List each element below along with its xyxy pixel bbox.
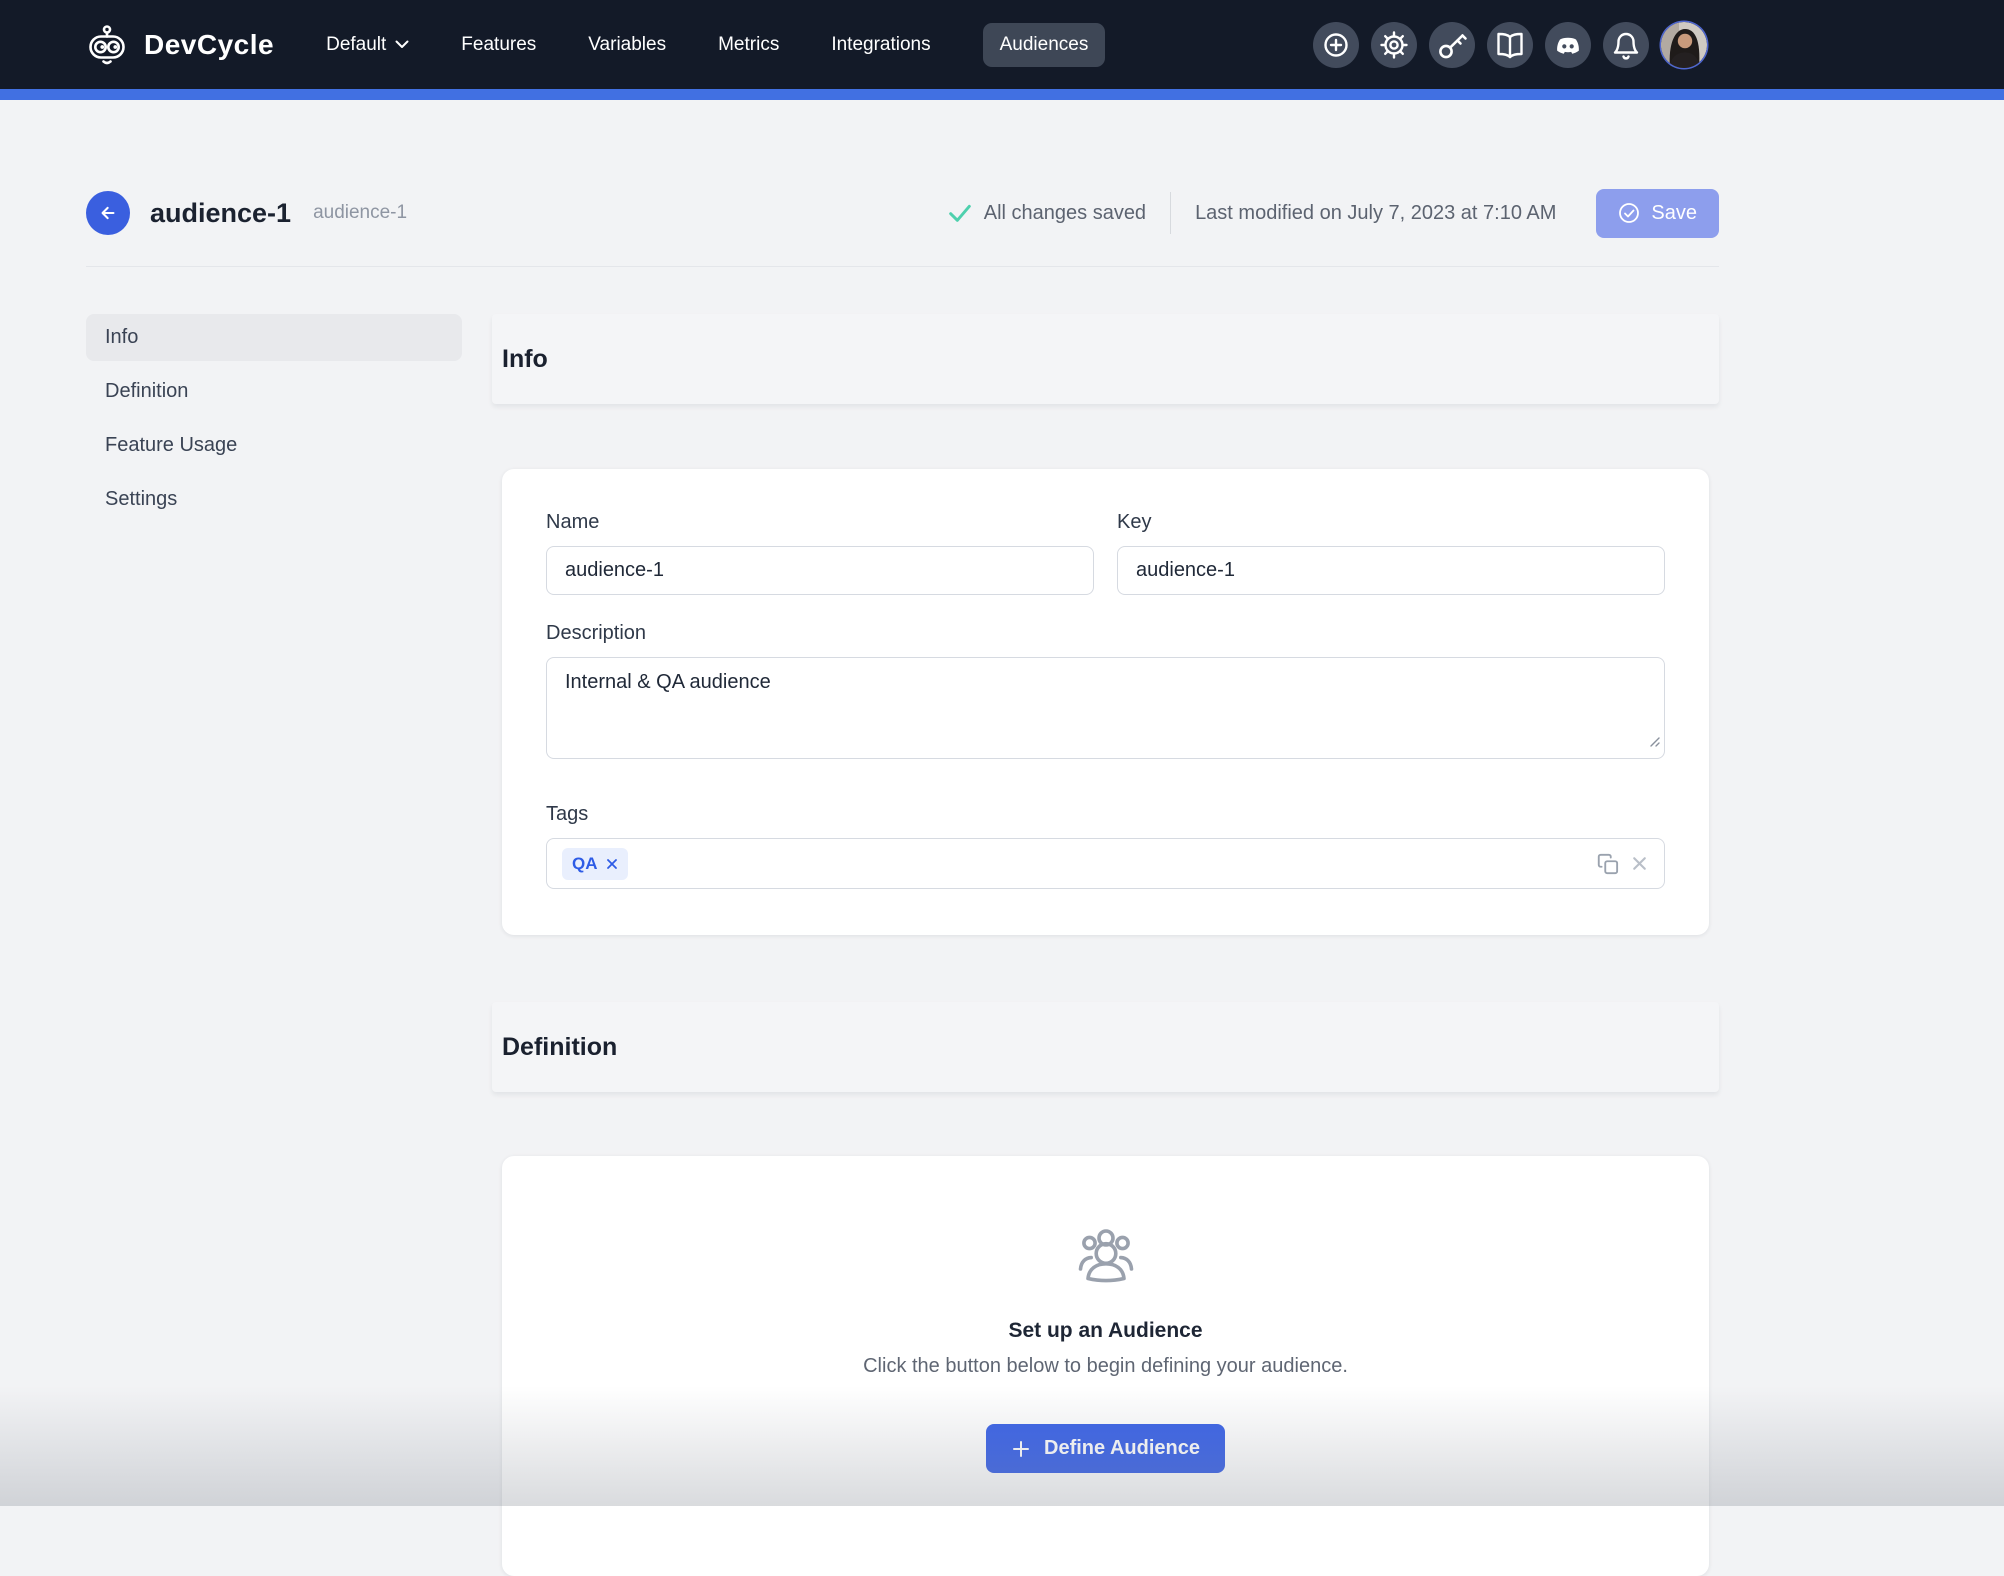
- user-avatar[interactable]: [1661, 21, 1707, 68]
- description-textarea[interactable]: Internal & QA audience: [546, 657, 1665, 759]
- check-icon: [948, 202, 972, 224]
- tag-chip-text: QA: [572, 853, 598, 873]
- save-button[interactable]: Save: [1596, 188, 1719, 238]
- page-header: audience-1 audience-1 All changes saved …: [86, 160, 1719, 267]
- tag-chip: QA: [562, 847, 628, 880]
- nav-item-variables[interactable]: Variables: [588, 34, 666, 56]
- save-status-text: All changes saved: [983, 201, 1147, 224]
- tags-input[interactable]: QA: [546, 838, 1665, 889]
- settings-button[interactable]: [1371, 21, 1417, 68]
- definition-empty-card: Set up an Audience Click the button belo…: [502, 1156, 1709, 1576]
- book-icon: [1487, 22, 1533, 68]
- nav-item-metrics[interactable]: Metrics: [718, 34, 779, 56]
- sidebar-item-feature-usage[interactable]: Feature Usage: [86, 422, 462, 469]
- info-form-card: Name Key Description Internal & QA audie…: [502, 469, 1709, 935]
- nav-item-integrations[interactable]: Integrations: [831, 34, 930, 56]
- plus-circle-icon: [1313, 22, 1359, 68]
- name-label: Name: [546, 511, 600, 533]
- sidebar-item-settings[interactable]: Settings: [86, 476, 462, 523]
- page-title: audience-1: [150, 197, 292, 228]
- documentation-button[interactable]: [1487, 21, 1533, 68]
- copy-tags-icon[interactable]: [1597, 853, 1619, 875]
- empty-state-subtitle: Click the button below to begin defining…: [863, 1355, 1348, 1377]
- tags-label: Tags: [546, 803, 589, 825]
- arrow-left-icon: [93, 198, 123, 228]
- brand-name: DevCycle: [144, 28, 275, 60]
- devcycle-robot-icon: [84, 22, 130, 68]
- definition-section-header: Definition: [492, 1002, 1719, 1092]
- last-modified-text: Last modified on July 7, 2023 at 7:10 AM: [1195, 201, 1557, 224]
- nav-item-audiences-active[interactable]: Audiences: [982, 22, 1106, 67]
- description-label: Description: [546, 622, 647, 644]
- settings-sidebar: Info Definition Feature Usage Settings: [86, 314, 462, 530]
- name-input[interactable]: [546, 546, 1094, 595]
- chevron-down-icon: [395, 40, 409, 49]
- page-subtitle-key: audience-1: [313, 202, 408, 223]
- accent-bar: [0, 89, 2004, 100]
- gear-icon: [1371, 22, 1417, 68]
- project-selector[interactable]: Default: [326, 34, 409, 56]
- discord-button[interactable]: [1545, 21, 1591, 68]
- api-keys-button[interactable]: [1429, 21, 1475, 68]
- info-section-heading: Info: [502, 344, 548, 373]
- definition-section-heading: Definition: [502, 1032, 618, 1061]
- key-icon: [1429, 22, 1475, 68]
- circle-check-icon: [1618, 202, 1640, 224]
- nav-item-features[interactable]: Features: [461, 34, 536, 56]
- info-section-header: Info: [492, 314, 1719, 404]
- key-label: Key: [1117, 511, 1152, 533]
- create-button[interactable]: [1313, 21, 1359, 68]
- sidebar-item-definition[interactable]: Definition: [86, 368, 462, 415]
- brand-logo[interactable]: DevCycle: [84, 22, 274, 68]
- key-input[interactable]: [1117, 546, 1665, 595]
- define-audience-button[interactable]: Define Audience: [986, 1424, 1225, 1473]
- clear-tags-icon[interactable]: [1630, 854, 1649, 873]
- resize-handle-icon[interactable]: [1646, 733, 1660, 752]
- audience-group-icon: [1076, 1228, 1136, 1288]
- divider: [1170, 192, 1172, 234]
- empty-state-title: Set up an Audience: [1008, 1319, 1203, 1342]
- top-navbar: DevCycle Default Features Variables Metr…: [0, 0, 2004, 89]
- notifications-button[interactable]: [1603, 21, 1649, 68]
- sidebar-item-info[interactable]: Info: [86, 314, 462, 361]
- plus-icon: [1011, 1439, 1031, 1459]
- remove-tag-icon[interactable]: [606, 858, 618, 870]
- discord-icon: [1545, 22, 1591, 68]
- bell-icon: [1603, 22, 1649, 68]
- save-status: All changes saved: [948, 202, 1146, 225]
- back-button[interactable]: [86, 191, 130, 235]
